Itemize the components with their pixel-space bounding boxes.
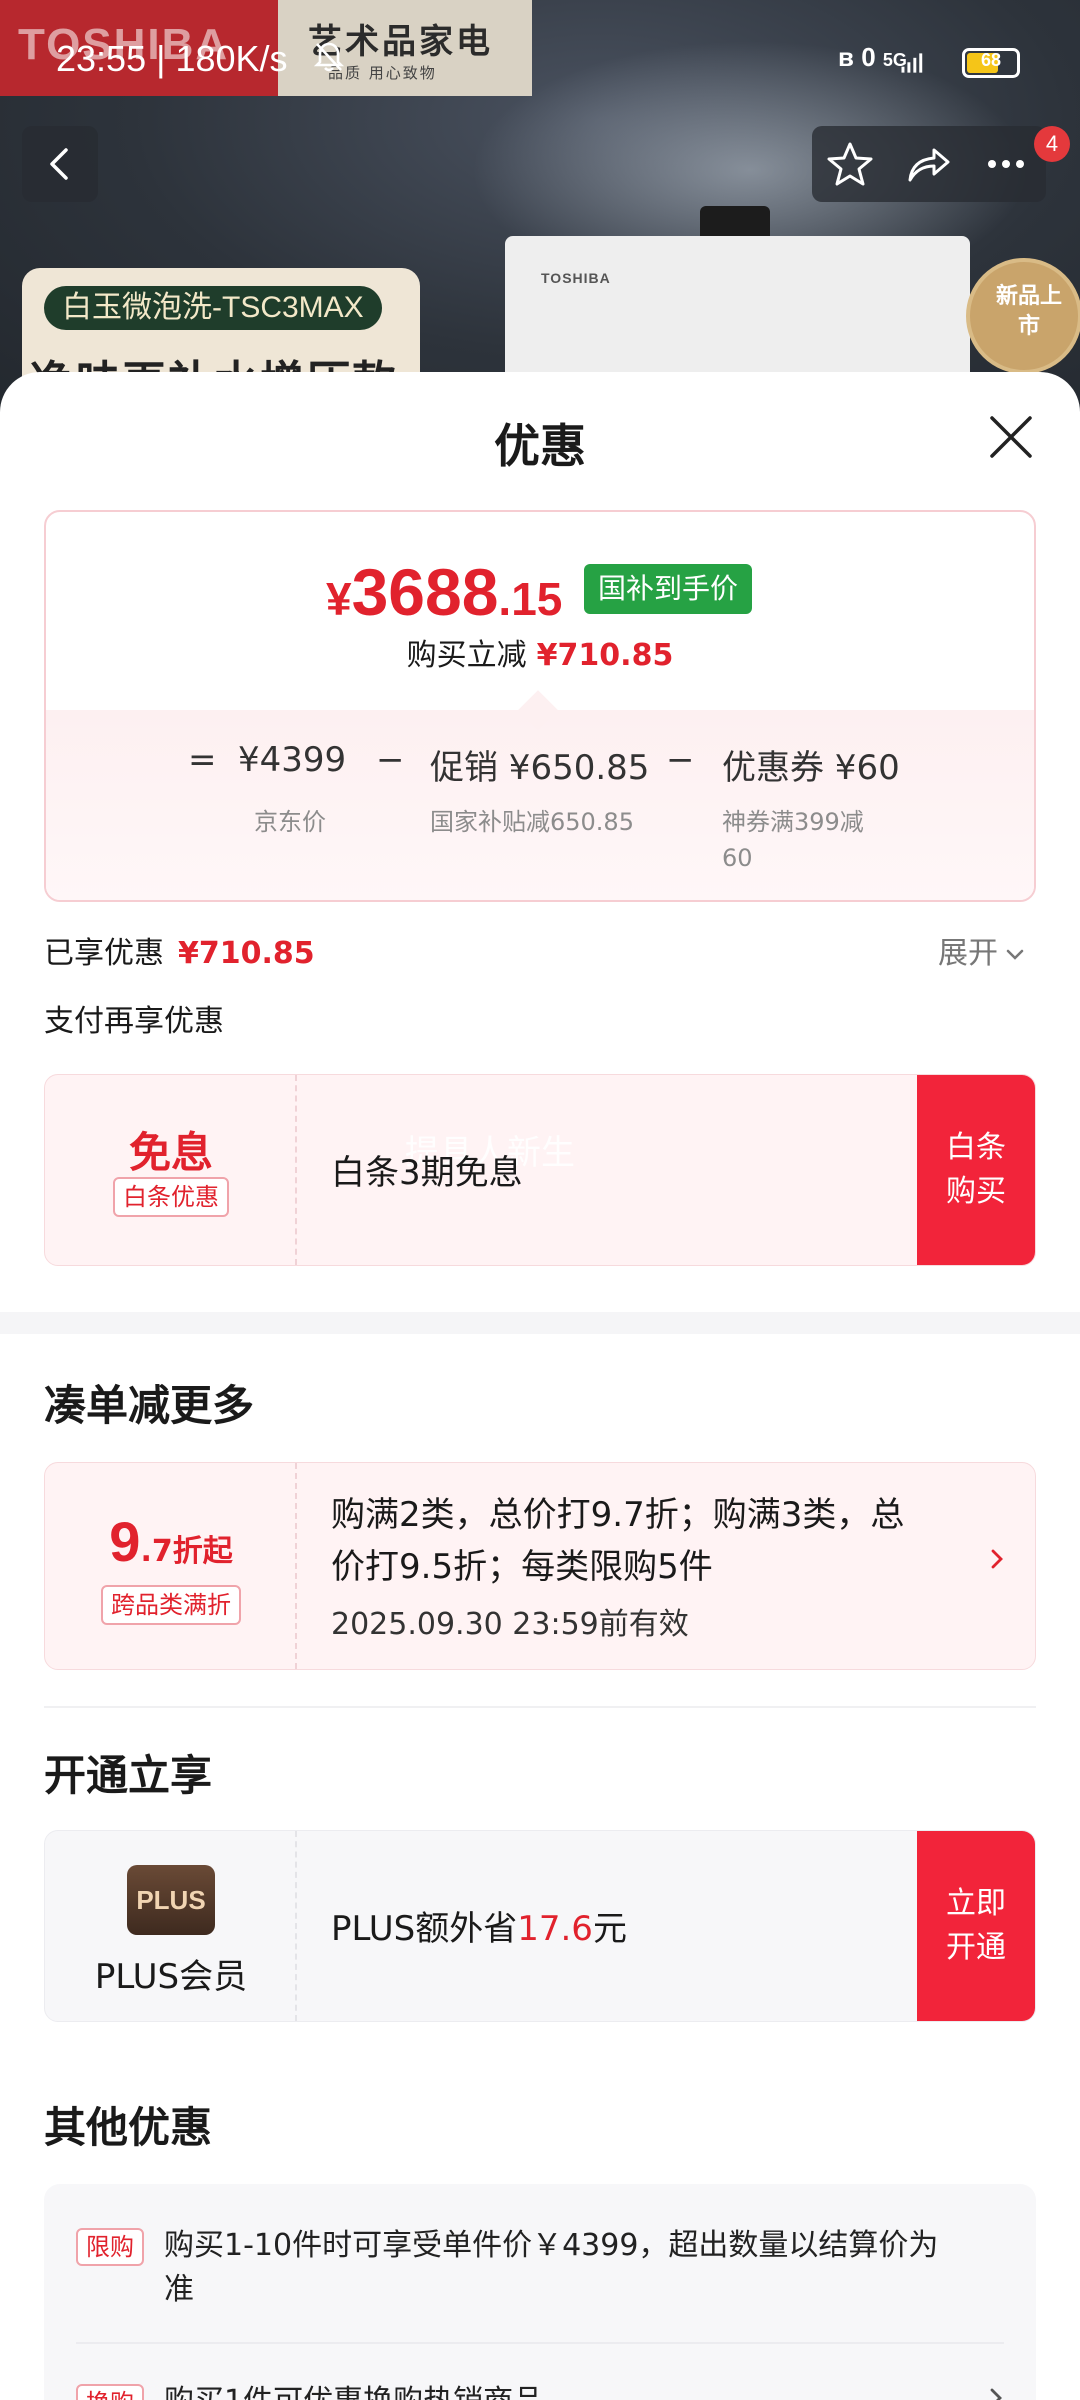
formula-equals: =: [188, 740, 217, 780]
new-product-badge: 新品上市: [966, 258, 1080, 374]
plus-membership-card[interactable]: PLUS PLUS会员 PLUS额外省17.6元 立即开通: [44, 1830, 1036, 2022]
discount-value: 9.7折起: [45, 1509, 297, 1574]
discount-tag: 跨品类满折: [101, 1585, 241, 1625]
battery-level: 68: [980, 50, 1002, 70]
more-icon[interactable]: [980, 138, 1032, 190]
status-icons: ʙ 0 5G: [838, 42, 907, 73]
plus-open-label: 立即开通: [946, 1886, 1006, 1965]
enjoyed-value: ¥710.85: [178, 936, 315, 971]
offer-text: 购买1-10件时可享受单件价￥4399，超出数量以结算价为准: [164, 2228, 939, 2307]
top-right-actions: [812, 126, 1046, 202]
chevron-right-icon: [991, 1549, 1003, 1569]
plus-text-suffix: 元: [592, 1909, 627, 1949]
signal-icon: [901, 53, 923, 73]
back-button[interactable]: [22, 126, 98, 202]
offer-separator: [76, 2342, 1004, 2344]
promo-label: 国家补贴减650.85: [430, 808, 634, 836]
chevron-left-icon: [50, 148, 68, 180]
saved-value: ¥710.85: [536, 638, 674, 673]
discount-expiry: 2025.09.30 23:59前有效: [331, 1607, 689, 1642]
discount-value-main: 9: [109, 1510, 141, 1573]
new-badge-text: 新品上市: [995, 284, 1062, 339]
final-price: ¥3688.15: [326, 554, 562, 630]
chevron-down-icon: [1006, 949, 1024, 960]
bundle-section-title: 凑单减更多: [44, 1381, 255, 1430]
plus-text-prefix: PLUS额外省: [331, 1909, 518, 1949]
offer-text: 购买1件可优惠换购热销商品: [164, 2380, 944, 2400]
offer-tag: 限购: [76, 2228, 144, 2266]
sheet-title: 优惠: [494, 419, 586, 473]
coupon-amount: 优惠券 ¥60: [722, 748, 900, 788]
price-integer: 3688: [351, 555, 499, 629]
close-icon[interactable]: [986, 412, 1036, 462]
coupon-label: 神券满399减60: [722, 808, 864, 872]
enjoyed-discount: 已享优惠 ¥710.85: [44, 928, 315, 972]
discount-sheet: 优惠 ¥3688.15 国补到手价 购买立减 ¥710.85 = ¥4399 − …: [0, 372, 1080, 2400]
plus-logo: PLUS: [127, 1865, 215, 1935]
plus-savings-text: PLUS额外省17.6元: [331, 1901, 627, 1950]
cross-category-discount-card[interactable]: 9.7折起 跨品类满折 购满2类，总价打9.7折；购满3类，总价打9.5折；每类…: [44, 1462, 1036, 1670]
discount-tag-wrap: 跨品类满折: [45, 1585, 297, 1625]
jd-price-label: 京东价: [254, 808, 326, 836]
baitiao-tag: 白条优惠: [113, 1177, 229, 1217]
chevron-right-icon: [990, 2388, 1002, 2400]
heater-label: TOSHIBA: [541, 270, 611, 286]
baitiao-buy-label: 白条购买: [946, 1130, 1006, 1209]
enjoyed-label: 已享优惠: [44, 936, 164, 971]
saved-label: 购买立减: [406, 638, 527, 673]
status-time: 23:55 | 180K/s: [56, 38, 288, 79]
discount-description: 购满2类，总价打9.7折；购满3类，总价打9.5折；每类限购5件: [331, 1495, 905, 1587]
cart-badge: 4: [1034, 126, 1070, 162]
bluetooth-icon: ʙ: [838, 42, 854, 72]
formula-minus-1: −: [376, 740, 405, 780]
baitiao-tag-wrap: 白条优惠: [45, 1177, 297, 1217]
open-section-title: 开通立享: [44, 1751, 213, 1800]
jd-price: ¥4399: [238, 740, 347, 780]
pay-more-label: 支付再享优惠: [44, 1004, 224, 1039]
other-offers-list: 限购 购买1-10件时可享受单件价￥4399，超出数量以结算价为准 换购 购买1…: [44, 2184, 1036, 2400]
status-bar: 23:55 | 180K/s ʙ 0 5G 68: [0, 0, 1080, 96]
plus-name: PLUS会员: [94, 1957, 248, 1997]
offer-tag: 换购: [76, 2384, 144, 2400]
formula-minus-2: −: [666, 740, 695, 780]
divider-line: [44, 1706, 1036, 1708]
promo-amount: 促销 ¥650.85: [430, 748, 650, 788]
discount-value-rest: .7折起: [140, 1534, 233, 1569]
battery-icon: 68: [962, 48, 1020, 78]
other-section-title: 其他优惠: [44, 2103, 213, 2152]
gov-subsidy-tag: 国补到手价: [584, 564, 753, 614]
baitiao-buy-button[interactable]: 白条购买: [917, 1075, 1035, 1265]
baitiao-big-text: 免息: [128, 1128, 213, 1177]
saved-line: 购买立减 ¥710.85: [46, 630, 1034, 674]
plus-open-button[interactable]: 立即开通: [917, 1831, 1035, 2021]
expand-button[interactable]: 展开: [938, 928, 1028, 972]
price-currency: ¥: [326, 573, 352, 625]
baitiao-offer-card[interactable]: 免息 白条优惠 提具人新生 白条3期免息 白条购买: [44, 1074, 1036, 1266]
plus-text-amount: 17.6: [517, 1909, 593, 1949]
price-decimal: .15: [498, 573, 563, 625]
section-divider: [0, 1312, 1080, 1334]
share-icon[interactable]: [902, 138, 954, 190]
product-pill: 白玉微泡洗-TSC3MAX: [44, 286, 382, 330]
star-icon[interactable]: [824, 138, 876, 190]
nfc-icon: 0: [861, 42, 876, 72]
price-breakdown-card: ¥3688.15 国补到手价 购买立减 ¥710.85 = ¥4399 − 促销 …: [44, 510, 1036, 902]
baitiao-text: 白条3期免息: [331, 1153, 523, 1193]
bell-muted-icon: [313, 42, 345, 72]
heater-pipe: [700, 206, 770, 240]
expand-label: 展开: [938, 936, 998, 971]
